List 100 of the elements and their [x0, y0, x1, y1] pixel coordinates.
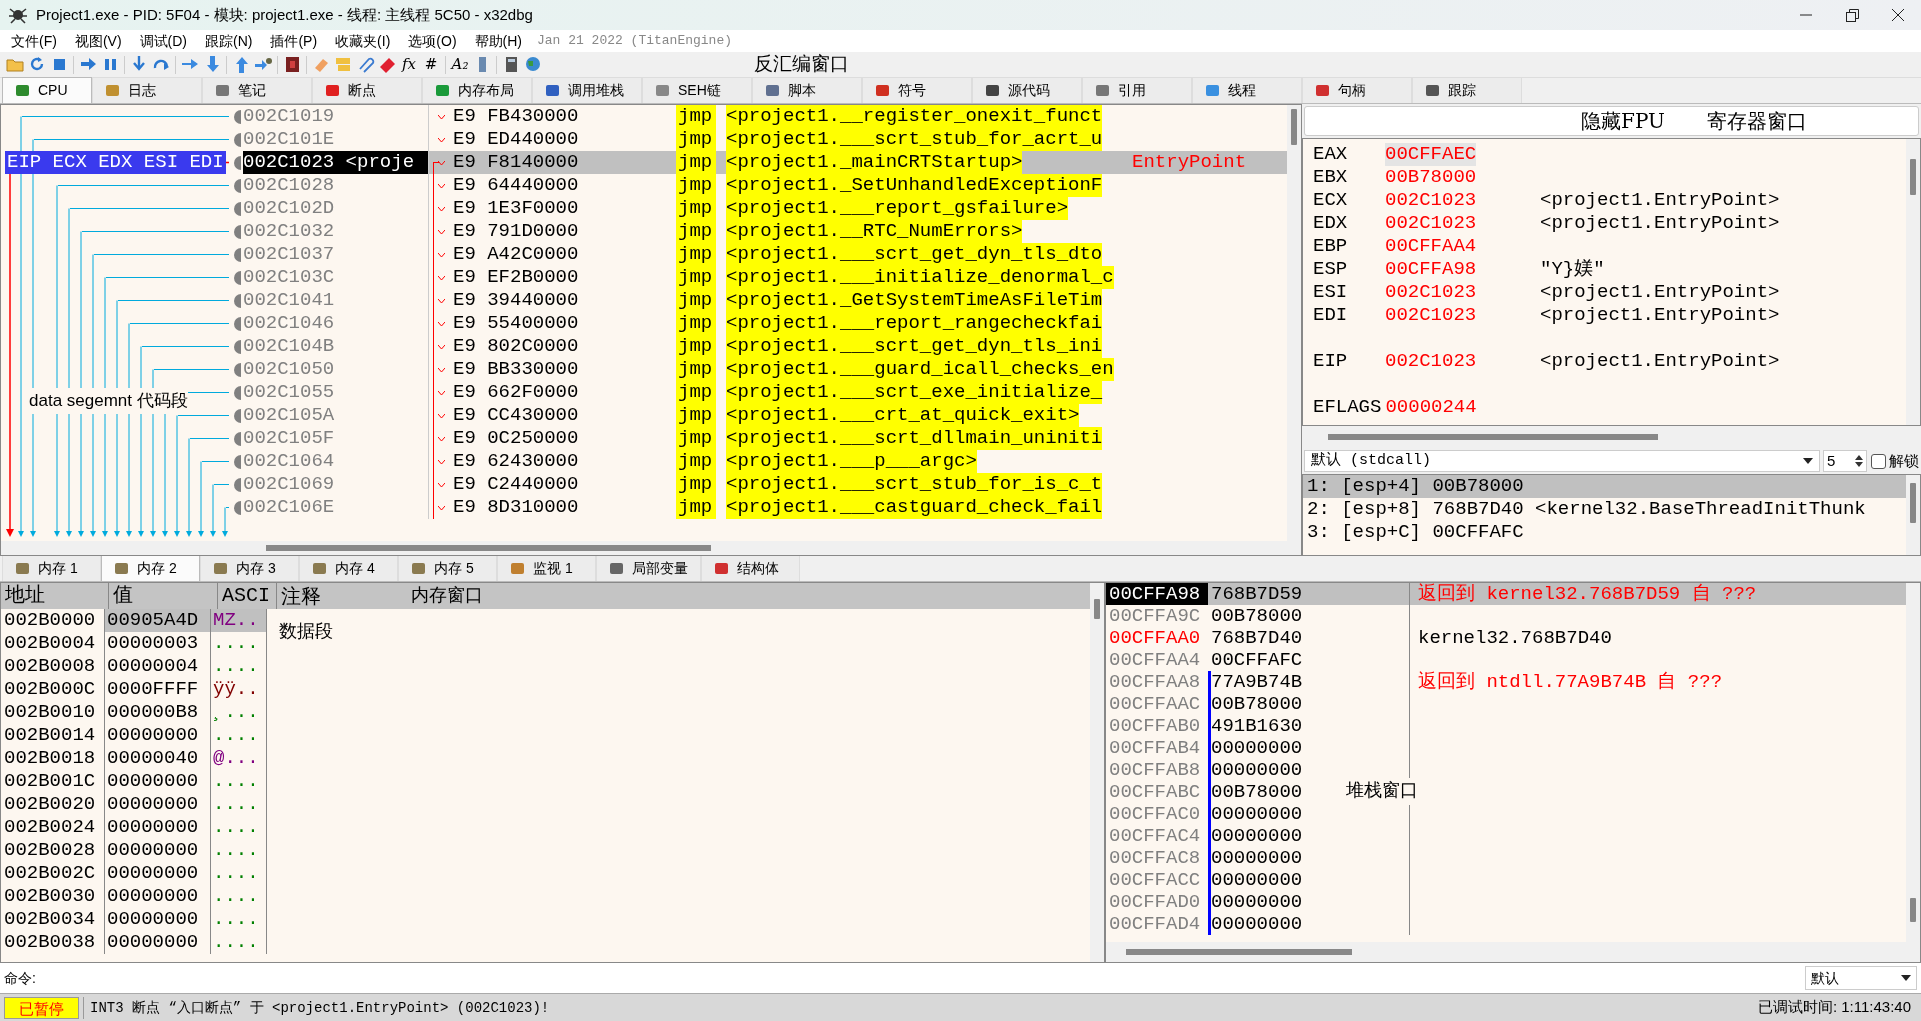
address-cell[interactable]: 002C1064: [243, 450, 428, 473]
address-cell[interactable]: 00CFFAD4: [1106, 913, 1208, 935]
address-cell[interactable]: 002C1041: [243, 289, 428, 312]
tab[interactable]: 笔记: [202, 77, 312, 103]
tab-icon: [15, 561, 30, 576]
address-cell[interactable]: 002C1037: [243, 243, 428, 266]
address-cell[interactable]: 002C105F: [243, 427, 428, 450]
tab[interactable]: 日志: [92, 77, 202, 103]
tab[interactable]: 内存 5: [398, 555, 497, 581]
tab[interactable]: SEH链: [642, 77, 752, 103]
tab[interactable]: 线程: [1192, 77, 1302, 103]
tab[interactable]: 内存 3: [200, 555, 299, 581]
bytes-cell: E9 791D0000: [453, 220, 579, 243]
register-value[interactable]: 002C1023: [1385, 281, 1540, 304]
hide-fpu-button[interactable]: 隐藏FPU: [1575, 105, 1671, 137]
scrollbar-thumb[interactable]: [1910, 898, 1916, 922]
register-value[interactable]: 002C1023: [1385, 189, 1540, 212]
address-cell[interactable]: 002C104B: [243, 335, 428, 358]
address-cell[interactable]: 002C101E: [243, 128, 428, 151]
address-cell[interactable]: 00CFFAB4: [1106, 737, 1208, 759]
tab[interactable]: 结构体: [701, 555, 800, 581]
menu-item[interactable]: 帮助(H): [465, 30, 531, 52]
address-cell[interactable]: 002C1055: [243, 381, 428, 404]
tab-icon: [213, 561, 228, 576]
scrollbar-thumb[interactable]: [1291, 109, 1297, 145]
bytes-cell: E9 A42C0000: [453, 243, 579, 266]
address-cell[interactable]: 00CFFAB8: [1106, 759, 1208, 781]
menu-item[interactable]: 调试(D): [130, 30, 196, 52]
argument-row[interactable]: 2: [esp+8] 768B7D40 <kernel32.BaseThreadInitThunk: [1303, 498, 1906, 521]
menu-item[interactable]: 视图(V): [65, 30, 131, 52]
address-cell[interactable]: 002C1046: [243, 312, 428, 335]
address-cell[interactable]: 00CFFA9C: [1106, 605, 1208, 627]
tab[interactable]: 脚本: [752, 77, 862, 103]
mode-dropdown[interactable]: 默认: [1805, 966, 1917, 990]
menu-item[interactable]: 跟踪(N): [196, 30, 262, 52]
address-cell[interactable]: 00CFFAC8: [1106, 847, 1208, 869]
scrollbar-thumb[interactable]: [1094, 599, 1100, 619]
address-cell[interactable]: 002C1023 <proje: [243, 151, 428, 174]
column-header[interactable]: 注释: [277, 583, 321, 609]
register-value[interactable]: 00000244: [1385, 396, 1541, 419]
register-value[interactable]: 00CFFAA4: [1385, 235, 1540, 258]
address-cell[interactable]: 002C1032: [243, 220, 428, 243]
convention-dropdown[interactable]: 默认 (stdcall): [1304, 450, 1820, 472]
register-value[interactable]: 002C1023: [1385, 350, 1540, 373]
tab[interactable]: 断点: [312, 77, 422, 103]
tab[interactable]: 内存 1: [2, 555, 101, 581]
menu-item[interactable]: 选项(O): [399, 30, 466, 52]
register-value[interactable]: 00B78000: [1385, 166, 1540, 189]
scrollbar-thumb[interactable]: [1328, 434, 1658, 440]
address-cell[interactable]: 002C106E: [243, 496, 428, 519]
address-cell[interactable]: 00CFFAA8: [1106, 671, 1208, 693]
value-cell: 00905A4D: [105, 609, 211, 632]
argument-row[interactable]: 3: [esp+C] 00CFFAFC: [1303, 521, 1906, 544]
scrollbar-thumb[interactable]: [266, 545, 711, 551]
address-cell[interactable]: 002C1028: [243, 174, 428, 197]
toolbar-button[interactable]: #: [420, 53, 442, 76]
tab[interactable]: 引用: [1082, 77, 1192, 103]
scrollbar-thumb[interactable]: [1126, 949, 1352, 955]
address-cell[interactable]: 002C1069: [243, 473, 428, 496]
menu-item[interactable]: 收藏夹(I): [326, 30, 400, 52]
address-cell[interactable]: 00CFFA98: [1106, 583, 1208, 605]
address-cell[interactable]: 00CFFAAC: [1106, 693, 1208, 715]
address-cell[interactable]: 00CFFAA0: [1106, 627, 1208, 649]
tab[interactable]: 内存布局: [422, 77, 532, 103]
scrollbar-thumb[interactable]: [1910, 159, 1916, 195]
toolbar-button[interactable]: A₂: [449, 53, 471, 76]
argument-row[interactable]: 1: [esp+4] 00B78000: [1303, 475, 1906, 498]
value-cell: 00CFFAFC: [1208, 649, 1410, 671]
address-cell[interactable]: 002C102D: [243, 197, 428, 220]
address-cell[interactable]: 00CFFABC: [1106, 781, 1208, 803]
tab[interactable]: 跟踪: [1412, 77, 1522, 103]
tab[interactable]: 内存 2: [101, 555, 200, 581]
address-cell[interactable]: 002C105A: [243, 404, 428, 427]
scrollbar-thumb[interactable]: [1910, 483, 1916, 523]
address-cell[interactable]: 00CFFAC4: [1106, 825, 1208, 847]
address-cell[interactable]: 002C1019: [243, 105, 428, 128]
mnemonic-cell: jmp: [676, 174, 716, 197]
menu-item[interactable]: 文件(F): [2, 30, 66, 52]
address-cell[interactable]: 00CFFAC0: [1106, 803, 1208, 825]
address-cell[interactable]: 002C103C: [243, 266, 428, 289]
address-cell[interactable]: 002C1050: [243, 358, 428, 381]
count-spinner[interactable]: 5: [1823, 450, 1867, 472]
address-cell[interactable]: 00CFFACC: [1106, 869, 1208, 891]
tab[interactable]: 句柄: [1302, 77, 1412, 103]
tab[interactable]: 源代码: [972, 77, 1082, 103]
tab[interactable]: 局部变量: [596, 555, 701, 581]
address-cell[interactable]: 00CFFAD0: [1106, 891, 1208, 913]
menu-item[interactable]: 插件(P): [261, 30, 327, 52]
address-cell[interactable]: 00CFFAA4: [1106, 649, 1208, 671]
unlock-checkbox[interactable]: [1870, 453, 1886, 469]
address-cell[interactable]: 00CFFAB0: [1106, 715, 1208, 737]
tab[interactable]: 符号: [862, 77, 972, 103]
toolbar-button[interactable]: fx: [398, 53, 420, 76]
tab[interactable]: 调用堆栈: [532, 77, 642, 103]
tab[interactable]: 监视 1: [497, 555, 596, 581]
tab[interactable]: 内存 4: [299, 555, 398, 581]
register-value[interactable]: 002C1023: [1385, 212, 1540, 235]
register-value[interactable]: 002C1023: [1385, 304, 1540, 327]
register-value[interactable]: 00CFFA98: [1385, 258, 1540, 281]
tab[interactable]: CPU: [2, 77, 92, 103]
